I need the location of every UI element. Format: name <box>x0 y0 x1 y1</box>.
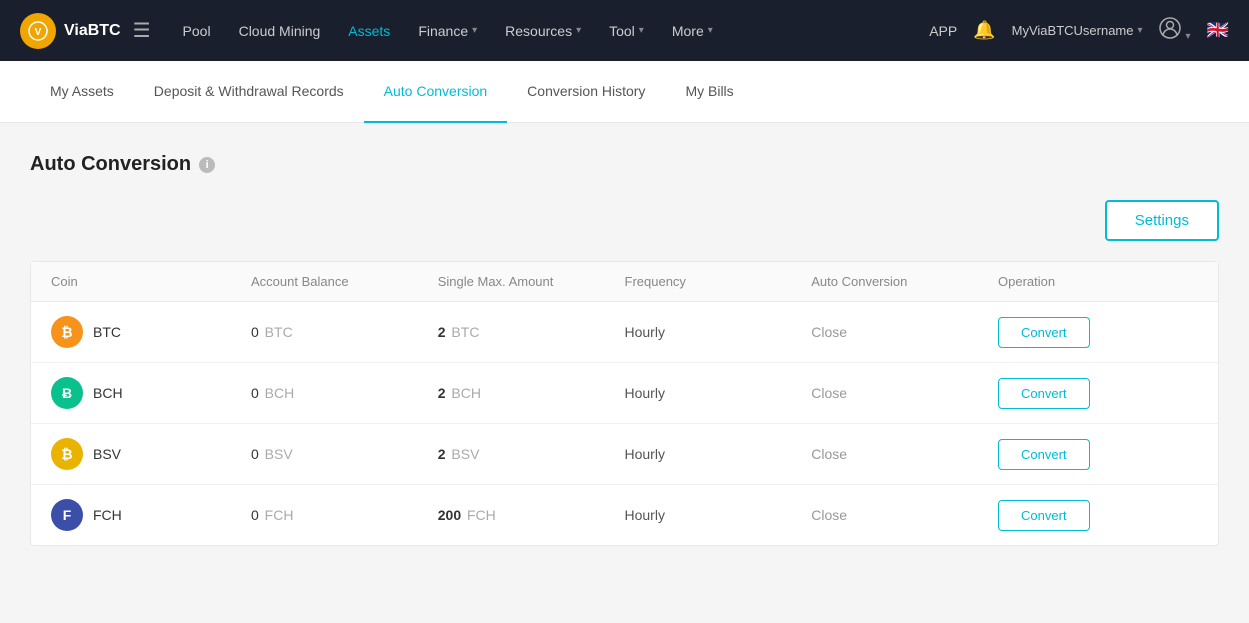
coin-cell-fch: F FCH <box>51 499 251 531</box>
convert-button-bsv[interactable]: Convert <box>998 439 1090 470</box>
nav-item-resources[interactable]: Resources ▾ <box>493 15 593 47</box>
col-max-amount: Single Max. Amount <box>438 274 625 289</box>
table-row: ₿ BSV 0 BSV 2 BSV Hourly Close Convert <box>31 424 1218 485</box>
nav-item-assets[interactable]: Assets <box>336 15 402 47</box>
bell-icon[interactable]: 🔔 <box>973 20 995 41</box>
info-icon[interactable]: i <box>199 157 215 173</box>
table-row: Ƀ BCH 0 BCH 2 BCH Hourly Close Convert <box>31 363 1218 424</box>
coin-name-btc: BTC <box>93 324 121 340</box>
nav-item-pool[interactable]: Pool <box>171 15 223 47</box>
brand-logo[interactable]: V ViaBTC <box>20 13 121 49</box>
auto-btc: Close <box>811 324 998 340</box>
freq-fch: Hourly <box>625 507 812 523</box>
page-title-row: Auto Conversion i <box>30 153 1219 176</box>
col-operation: Operation <box>998 274 1198 289</box>
balance-fch: 0 FCH <box>251 507 438 523</box>
coin-cell-bch: Ƀ BCH <box>51 377 251 409</box>
page-title: Auto Conversion <box>30 153 191 176</box>
brand-name: ViaBTC <box>64 22 121 40</box>
freq-btc: Hourly <box>625 324 812 340</box>
finance-chevron: ▾ <box>472 25 477 36</box>
auto-bsv: Close <box>811 446 998 462</box>
settings-button[interactable]: Settings <box>1105 200 1219 241</box>
freq-bch: Hourly <box>625 385 812 401</box>
tab-conversion-history[interactable]: Conversion History <box>507 61 665 123</box>
fch-icon: F <box>51 499 83 531</box>
max-bch: 2 BCH <box>438 385 625 401</box>
nav-items: Pool Cloud Mining Assets Finance ▾ Resou… <box>171 15 930 47</box>
balance-bsv: 0 BSV <box>251 446 438 462</box>
op-fch: Convert <box>998 500 1198 531</box>
navbar: V ViaBTC ☰ Pool Cloud Mining Assets Fina… <box>0 0 1249 61</box>
max-btc: 2 BTC <box>438 324 625 340</box>
nav-item-more[interactable]: More ▾ <box>660 15 725 47</box>
btc-icon: ₿ <box>51 316 83 348</box>
freq-bsv: Hourly <box>625 446 812 462</box>
op-bch: Convert <box>998 378 1198 409</box>
nav-right: APP 🔔 MyViaBTCUsername ▾ ▾ 🇬🇧 <box>929 17 1229 44</box>
tab-my-assets[interactable]: My Assets <box>30 61 134 123</box>
hamburger-icon[interactable]: ☰ <box>133 18 151 43</box>
tab-my-bills[interactable]: My Bills <box>665 61 753 123</box>
username-chevron: ▾ <box>1138 25 1143 36</box>
max-fch: 200 FCH <box>438 507 625 523</box>
bsv-icon: ₿ <box>51 438 83 470</box>
tabs-bar: My Assets Deposit & Withdrawal Records A… <box>0 61 1249 123</box>
auto-fch: Close <box>811 507 998 523</box>
coin-name-bch: BCH <box>93 385 123 401</box>
balance-btc: 0 BTC <box>251 324 438 340</box>
logo-icon: V <box>20 13 56 49</box>
convert-button-fch[interactable]: Convert <box>998 500 1090 531</box>
op-bsv: Convert <box>998 439 1198 470</box>
nav-app[interactable]: APP <box>929 23 957 39</box>
more-chevron: ▾ <box>708 25 713 36</box>
nav-username[interactable]: MyViaBTCUsername ▾ <box>1012 23 1143 38</box>
nav-item-tool[interactable]: Tool ▾ <box>597 15 656 47</box>
coin-cell-bsv: ₿ BSV <box>51 438 251 470</box>
nav-item-finance[interactable]: Finance ▾ <box>406 15 489 47</box>
op-btc: Convert <box>998 317 1198 348</box>
coin-name-fch: FCH <box>93 507 122 523</box>
bch-icon: Ƀ <box>51 377 83 409</box>
tab-deposit-withdrawal[interactable]: Deposit & Withdrawal Records <box>134 61 364 123</box>
col-balance: Account Balance <box>251 274 438 289</box>
max-bsv: 2 BSV <box>438 446 625 462</box>
auto-bch: Close <box>811 385 998 401</box>
col-coin: Coin <box>51 274 251 289</box>
avatar-icon[interactable]: ▾ <box>1159 17 1191 44</box>
svg-text:V: V <box>35 27 42 38</box>
tab-auto-conversion[interactable]: Auto Conversion <box>364 61 508 123</box>
coin-name-bsv: BSV <box>93 446 121 462</box>
table-row: F FCH 0 FCH 200 FCH Hourly Close Convert <box>31 485 1218 545</box>
language-flag[interactable]: 🇬🇧 <box>1207 20 1229 41</box>
convert-button-bch[interactable]: Convert <box>998 378 1090 409</box>
nav-item-cloud-mining[interactable]: Cloud Mining <box>227 15 333 47</box>
tool-chevron: ▾ <box>639 25 644 36</box>
balance-bch: 0 BCH <box>251 385 438 401</box>
table-header: Coin Account Balance Single Max. Amount … <box>31 262 1218 302</box>
col-frequency: Frequency <box>625 274 812 289</box>
settings-row: Settings <box>30 200 1219 241</box>
table-row: ₿ BTC 0 BTC 2 BTC Hourly Close Convert <box>31 302 1218 363</box>
main-content: Auto Conversion i Settings Coin Account … <box>0 123 1249 623</box>
col-auto-conversion: Auto Conversion <box>811 274 998 289</box>
coin-cell-btc: ₿ BTC <box>51 316 251 348</box>
resources-chevron: ▾ <box>576 25 581 36</box>
convert-button-btc[interactable]: Convert <box>998 317 1090 348</box>
conversion-table: Coin Account Balance Single Max. Amount … <box>30 261 1219 546</box>
